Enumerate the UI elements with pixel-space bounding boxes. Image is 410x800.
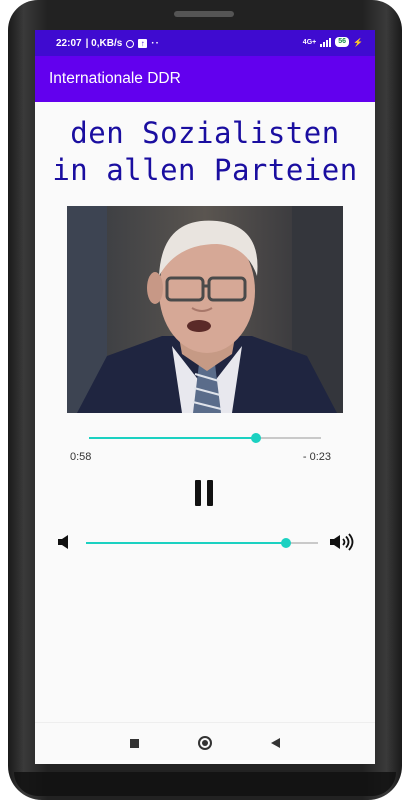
- charging-icon: ⚡: [353, 37, 363, 47]
- recents-square-icon[interactable]: [130, 739, 139, 748]
- battery-icon: 56: [335, 37, 350, 47]
- network-type: 4G+: [302, 38, 317, 46]
- remaining-time: - 0:23: [302, 451, 331, 463]
- volume-high-icon[interactable]: [329, 533, 355, 551]
- volume-slider[interactable]: [86, 535, 318, 551]
- status-time: 22:07: [56, 38, 82, 49]
- home-circle-icon[interactable]: [198, 736, 212, 750]
- volume-level: [86, 542, 286, 544]
- navigation-bar: [35, 722, 375, 764]
- alarm-icon: [126, 39, 135, 48]
- elapsed-time: 0:58: [70, 451, 92, 463]
- lyric-line-1: den Sozialisten: [70, 116, 340, 150]
- seek-thumb[interactable]: [251, 433, 262, 443]
- phone-frame-bottom: [14, 772, 396, 796]
- video-player[interactable]: [67, 206, 343, 413]
- seek-progress: [89, 437, 257, 439]
- status-speed: | 0,KB/s: [85, 38, 123, 49]
- app-bar: Internationale DDR: [35, 56, 375, 102]
- lyric-line-2: in allen Parteien: [52, 153, 358, 187]
- more-notifications-icon: ··: [151, 38, 160, 49]
- notification-icon: ↑: [138, 39, 148, 48]
- phone-speaker: [174, 11, 234, 17]
- app-title: Internationale DDR: [49, 70, 181, 87]
- back-triangle-icon[interactable]: [271, 738, 280, 748]
- volume-low-icon[interactable]: [57, 534, 71, 550]
- signal-icon: [320, 37, 332, 47]
- pause-button[interactable]: [194, 480, 214, 506]
- seek-bar[interactable]: [89, 430, 321, 446]
- status-bar: 22:07 | 0,KB/s ↑ ·· 4G+ 56 ⚡: [35, 30, 375, 56]
- video-frame: [67, 206, 343, 413]
- screen: 22:07 | 0,KB/s ↑ ·· 4G+ 56 ⚡ Internation…: [35, 30, 375, 764]
- lyric-text: den Sozialisten in allen Parteien: [35, 115, 375, 189]
- volume-thumb[interactable]: [280, 538, 291, 548]
